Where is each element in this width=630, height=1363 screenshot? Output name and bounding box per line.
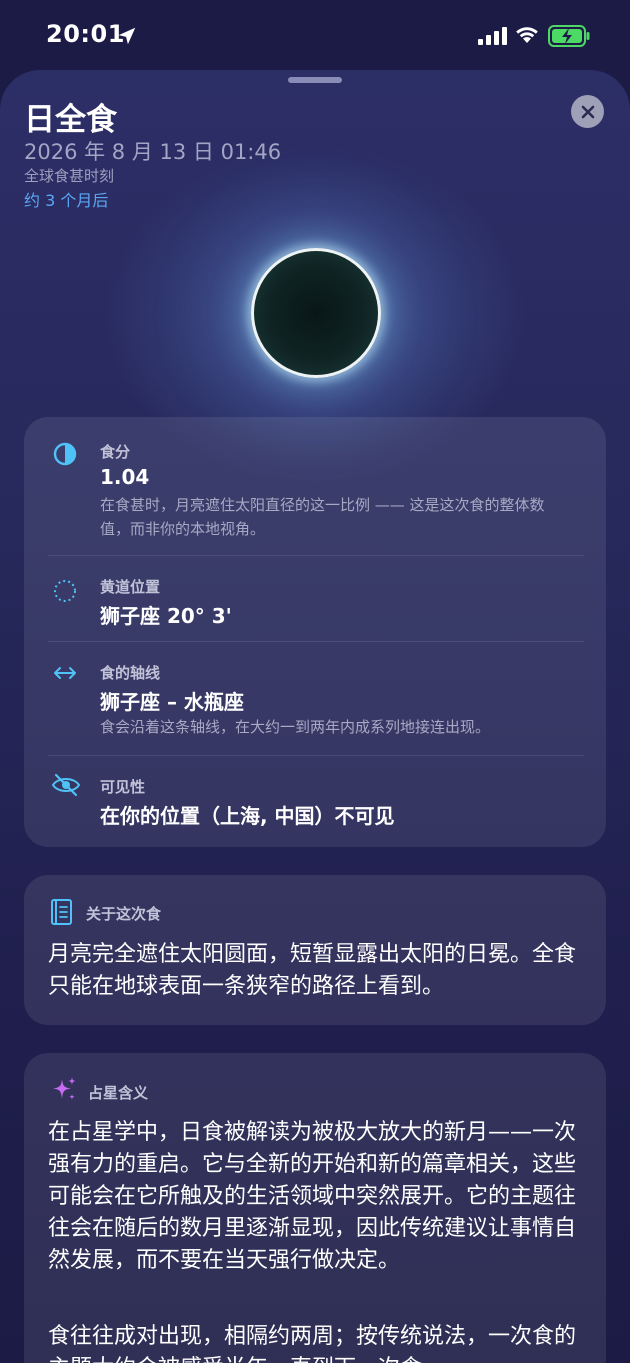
- detail-value: 狮子座 – 水瓶座: [100, 690, 244, 714]
- half-circle-icon: [53, 442, 77, 466]
- close-button[interactable]: [571, 95, 604, 128]
- card-body-paragraph-1: 在占星学中，日食被解读为被极大放大的新月——一次强有力的重启。它与全新的开始和新…: [48, 1120, 577, 1273]
- detail-value: 在你的位置（上海, 中国）不可见: [100, 804, 395, 828]
- detail-value: 狮子座 20° 3': [100, 604, 232, 628]
- card-body-text: 月亮完全遮住太阳圆面，短暂显露出太阳的日冕。全食只能在地球表面一条狭窄的路径上看…: [48, 942, 577, 999]
- relative-time: 约 3 个月后: [24, 191, 109, 210]
- left-right-arrow-icon: [54, 667, 76, 679]
- status-time: 20:01: [46, 20, 125, 48]
- astrology-meaning-card: 占星含义 在占星学中，日食被解读为被极大放大的新月——一次强有力的重启。它与全新…: [24, 1053, 606, 1363]
- divider: [48, 555, 584, 556]
- status-bar: 20:01: [0, 0, 630, 70]
- page-title: 日全食: [24, 102, 117, 138]
- divider: [48, 641, 584, 642]
- eclipse-details-card: 食分 1.04 在食甚时，月亮遮住太阳直径的这一比例 —— 这是这次食的整体数值…: [24, 417, 606, 847]
- eclipse-illustration: [251, 248, 381, 378]
- sparkles-icon: [53, 1077, 76, 1100]
- card-title: 占星含义: [88, 1084, 149, 1102]
- detail-label: 可见性: [100, 778, 146, 796]
- cellular-signal-icon: [478, 27, 507, 45]
- book-icon: [51, 899, 72, 925]
- detail-value: 1.04: [100, 465, 150, 489]
- detail-description: 食会沿着这条轴线，在大约一到两年内成系列地接连出现。: [100, 718, 491, 736]
- eye-slash-icon: [51, 773, 81, 797]
- eclipse-detail-sheet: 日全食 2026 年 8 月 13 日 01:46 全球食甚时刻 约 3 个月后…: [0, 70, 630, 1363]
- card-title: 关于这次食: [86, 905, 162, 923]
- sheet-grabber[interactable]: [288, 77, 342, 83]
- divider: [48, 755, 584, 756]
- close-icon: [581, 105, 594, 118]
- detail-description: 在食甚时，月亮遮住太阳直径的这一比例 —— 这是这次食的整体数值，而非你的本地视…: [100, 496, 545, 538]
- date-caption: 全球食甚时刻: [24, 167, 115, 185]
- dotted-circle-icon: [54, 580, 76, 602]
- detail-label: 黄道位置: [100, 578, 161, 596]
- card-body-paragraph-2: 食往往成对出现，相隔约两周；按传统说法，一次食的主题大约会被感受半年，直到下一次…: [48, 1324, 577, 1363]
- wifi-icon: [516, 27, 538, 43]
- about-eclipse-card: 关于这次食 月亮完全遮住太阳圆面，短暂显露出太阳的日冕。全食只能在地球表面一条狭…: [24, 875, 606, 1025]
- battery-charging-icon: [548, 25, 590, 47]
- detail-label: 食分: [100, 443, 131, 461]
- location-arrow-icon: [118, 27, 136, 45]
- eclipse-date: 2026 年 8 月 13 日 01:46: [24, 140, 282, 164]
- detail-label: 食的轴线: [100, 664, 161, 682]
